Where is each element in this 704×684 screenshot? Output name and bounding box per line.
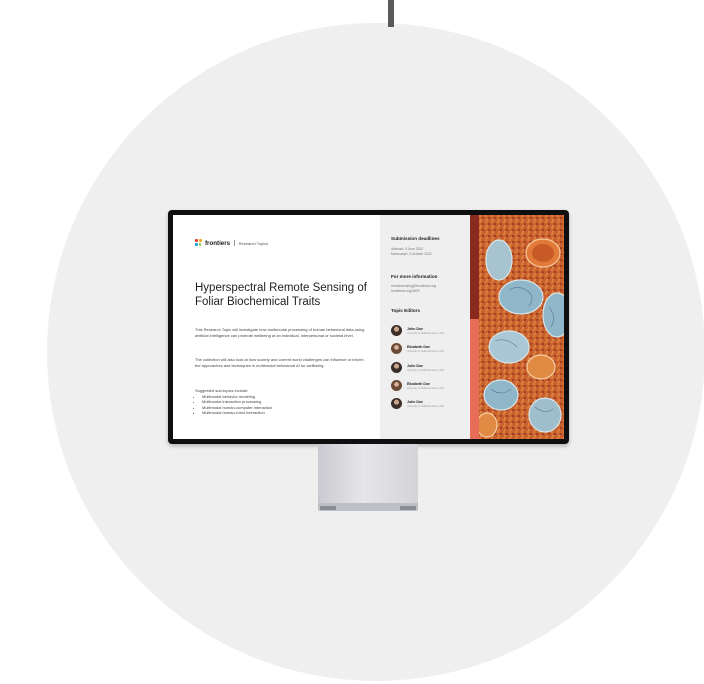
hanging-rod: [388, 0, 394, 27]
brand-section-label: Research Topics: [238, 240, 269, 246]
editor-affiliation: University of California Davis, USA: [407, 404, 444, 408]
avatar: [391, 380, 402, 391]
accent-strip: [470, 319, 479, 439]
frontiers-logo-icon: [195, 239, 202, 247]
editor-card[interactable]: John Doe University of California Davis,…: [391, 325, 444, 336]
stand-foot-right: [400, 506, 416, 510]
topic-sidebar: Submission deadlines Abstract: 3 June 20…: [380, 215, 470, 439]
editor-card[interactable]: John Doe University of California Davis,…: [391, 362, 444, 373]
monitor-stand: [318, 444, 418, 506]
subtopics-block: Suggested sub-topics include: Multimodal…: [195, 388, 365, 416]
editor-card[interactable]: Elizabeth Doe University of California D…: [391, 380, 444, 391]
subtopics-list: Multimodal behavior modeling Multimodal …: [195, 394, 365, 416]
editor-card[interactable]: Elizabeth Doe University of California D…: [391, 343, 444, 354]
topic-collection-text: The collection will also look at how soc…: [195, 357, 364, 368]
accent-strip-dark: [470, 215, 479, 319]
monitor-screen: frontiers Research Topics Hyperspectral …: [173, 215, 564, 439]
monitor: frontiers Research Topics Hyperspectral …: [168, 210, 569, 444]
subtopic-item: Multimodal human-robot interaction: [202, 410, 365, 416]
brand-header: frontiers Research Topics: [195, 239, 268, 247]
stand-foot-left: [320, 506, 336, 510]
cover-image: [479, 215, 564, 439]
avatar: [391, 398, 402, 409]
manuscript-deadline: Manuscript: 3 October 2022: [391, 252, 432, 256]
info-url-link[interactable]: frontiersin.org/3829: [391, 289, 419, 293]
avatar: [391, 362, 402, 373]
topic-title: Hyperspectral Remote Sensing of Foliar B…: [195, 282, 367, 308]
brand-divider: [234, 240, 235, 246]
editor-affiliation: University of California Davis, USA: [407, 368, 444, 372]
editor-affiliation: University of California Davis, USA: [407, 349, 444, 353]
info-heading: For more information: [391, 274, 438, 279]
avatar: [391, 325, 402, 336]
editor-affiliation: University of California Davis, USA: [407, 386, 444, 390]
abstract-deadline: Abstract: 3 June 2022: [391, 247, 424, 251]
editor-affiliation: University of California Davis, USA: [407, 331, 444, 335]
leaf-cells-illustration: [479, 215, 564, 439]
topic-description: This Research Topic will investigate how…: [195, 327, 365, 338]
topic-main-panel: frontiers Research Topics Hyperspectral …: [173, 215, 380, 439]
avatar: [391, 343, 402, 354]
deadlines-heading: Submission deadlines: [391, 236, 440, 241]
editor-card[interactable]: John Doe University of California Davis,…: [391, 398, 444, 409]
editors-heading: Topic Editors: [391, 308, 421, 313]
info-email-link[interactable]: remotesensing@frontiersin.org: [391, 284, 436, 288]
frontiers-logo-text[interactable]: frontiers: [205, 240, 230, 247]
